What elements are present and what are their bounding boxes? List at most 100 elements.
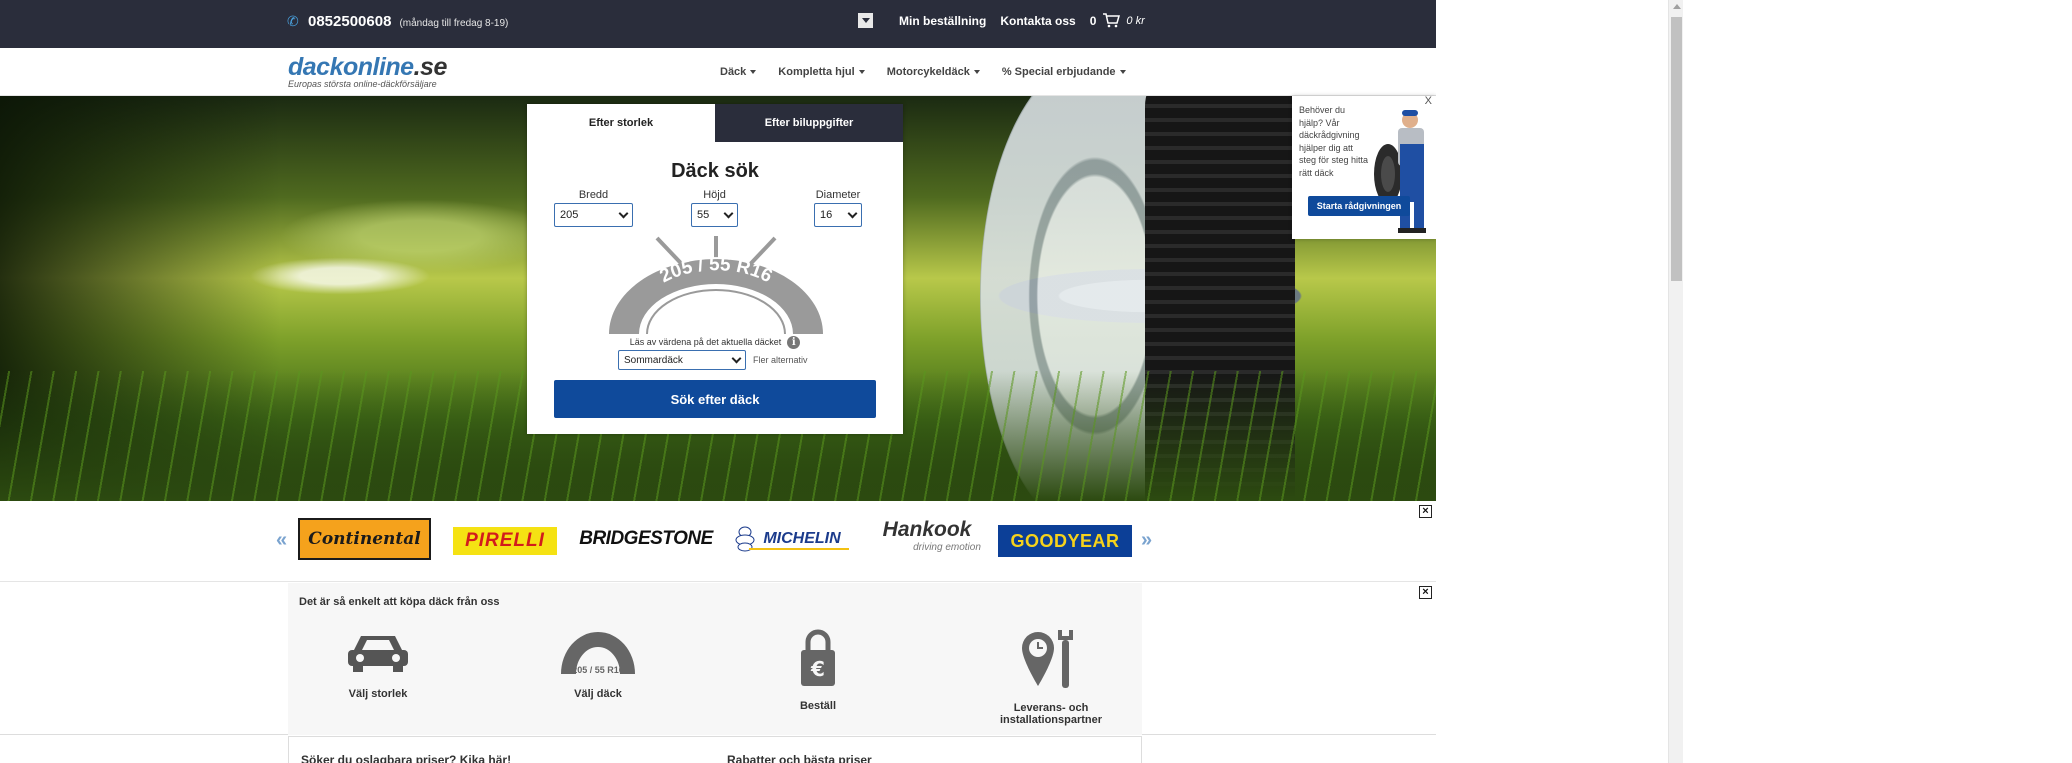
car-icon xyxy=(348,636,408,672)
site-header: dackonline.se Europas största online-däc… xyxy=(0,48,1436,96)
size-fields: Bredd 205 Höjd 55 Diameter 16 xyxy=(527,189,903,231)
read-hint-text: Läs av värdena på det aktuella däcket xyxy=(629,336,782,347)
width-label: Bredd xyxy=(578,189,609,201)
step-label: Beställ xyxy=(799,700,837,712)
diameter-field: Diameter 16 xyxy=(814,189,862,227)
brand-logo-hankook[interactable]: Hankook driving emotion xyxy=(861,518,993,560)
dropdown-icon[interactable] xyxy=(858,13,873,28)
tire-search-panel: Efter storlek Efter biluppgifter Däck sö… xyxy=(527,104,903,434)
page-scrollbar[interactable] xyxy=(1668,0,1683,763)
site-logo[interactable]: dackonline.se Europas största online-däc… xyxy=(288,53,447,89)
help-text: Behöver du hjälp? Vår däckrådgivning hjä… xyxy=(1299,105,1369,178)
step-label: Välj storlek xyxy=(348,688,408,700)
start-advice-button[interactable]: Starta rådgivningen xyxy=(1308,196,1410,216)
nav-label: Däck xyxy=(720,66,747,78)
cart-link[interactable]: 0 0 kr xyxy=(1090,13,1145,28)
browser-viewport: ✆ 0852500608 (måndag till fredag 8-19) M… xyxy=(0,0,2072,763)
cart-count: 0 xyxy=(1089,13,1097,28)
brand-logo-continental[interactable]: Continental xyxy=(298,518,431,560)
tire-size-icon: 205 / 55 R16 xyxy=(561,632,635,675)
read-values-hint: Läs av värdena på det aktuella däcket i xyxy=(527,336,903,349)
discounts-heading: Rabatter och bästa priser xyxy=(727,753,872,763)
chevron-down-icon xyxy=(731,353,742,363)
step-label: Välj däck xyxy=(574,688,622,700)
close-steps-button[interactable]: × xyxy=(1419,586,1432,599)
top-bar: ✆ 0852500608 (måndag till fredag 8-19) M… xyxy=(0,0,1436,48)
brand-logo-michelin[interactable]: MICHELIN xyxy=(719,518,853,560)
main-navigation: Däck Kompletta hjul Motorcykeldäck % Spe… xyxy=(720,66,1126,78)
phone-contact: ✆ 0852500608 (måndag till fredag 8-19) xyxy=(287,13,508,30)
carousel-next-icon[interactable]: » xyxy=(1141,529,1152,552)
padlock-euro-icon: € xyxy=(801,629,835,686)
steps-panel: Det är så enkelt att köpa däck från oss … xyxy=(288,583,1142,735)
info-section: Söker du oslagbara priser? Kika här! Rab… xyxy=(288,736,1142,763)
my-order-link[interactable]: Min beställning xyxy=(899,14,986,28)
tire-size-icon-text: 205 / 55 R16 xyxy=(572,665,624,675)
steps-title: Det är så enkelt att köpa däck från oss xyxy=(299,596,500,608)
nav-item-complete-wheels[interactable]: Kompletta hjul xyxy=(778,66,865,78)
brand-logo-goodyear[interactable]: GOODYEAR xyxy=(998,525,1132,557)
svg-text:€: € xyxy=(810,657,825,681)
season-select[interactable]: Sommardäck xyxy=(618,350,746,370)
scrollbar-thumb[interactable] xyxy=(1671,17,1682,281)
diameter-label: Diameter xyxy=(815,189,861,201)
unbeatable-prices-heading: Söker du oslagbara priser? Kika här! xyxy=(301,753,512,763)
hankook-slogan: driving emotion xyxy=(913,542,981,553)
height-value: 55 xyxy=(697,209,710,221)
tab-by-size[interactable]: Efter storlek xyxy=(527,104,715,142)
season-value: Sommardäck xyxy=(624,354,683,366)
search-tires-button[interactable]: Sök efter däck xyxy=(554,380,876,418)
cart-total: 0 kr xyxy=(1126,14,1145,27)
search-title: Däck sök xyxy=(671,160,759,182)
logo-tld: .se xyxy=(413,53,448,81)
top-navigation: Min beställning Kontakta oss 0 0 kr xyxy=(858,13,1145,28)
more-options-link[interactable]: Fler alternativ xyxy=(753,355,808,365)
caret-down-icon xyxy=(858,70,865,75)
width-value: 205 xyxy=(560,209,579,221)
close-brands-button[interactable]: × xyxy=(1419,505,1432,518)
brand-carousel: « Continental PIRELLI BRIDGESTONE MICHEL… xyxy=(0,501,1436,582)
nav-item-tires[interactable]: Däck xyxy=(720,66,757,78)
diameter-select[interactable]: 16 xyxy=(814,203,862,227)
step-delivery-installation: Leverans- och installationspartner xyxy=(968,628,1134,726)
nav-label: Kompletta hjul xyxy=(778,66,855,78)
caret-down-icon xyxy=(973,70,980,75)
brand-logo-pirelli[interactable]: PIRELLI xyxy=(453,527,557,555)
michelin-text: MICHELIN xyxy=(763,530,841,547)
michelin-underline xyxy=(749,548,849,550)
chevron-down-icon xyxy=(618,208,629,218)
chevron-down-icon xyxy=(723,208,734,218)
opening-hours: (måndag till fredag 8-19) xyxy=(399,18,509,29)
help-widget: X Behöver du hjälp? Vår däckrådgivning h… xyxy=(1292,96,1436,239)
step-label: Leverans- och installationspartner xyxy=(999,702,1103,726)
logo-name: dackonline xyxy=(288,53,414,81)
hankook-text: Hankook xyxy=(882,518,972,541)
location-wrench-icon xyxy=(1022,630,1073,688)
step-order: € Beställ xyxy=(768,628,868,712)
tab-by-vehicle[interactable]: Efter biluppgifter xyxy=(715,104,903,142)
how-it-works-section: Det är så enkelt att köpa däck från oss … xyxy=(0,583,1436,735)
phone-icon: ✆ xyxy=(287,13,299,29)
contact-link[interactable]: Kontakta oss xyxy=(1000,14,1075,28)
carousel-prev-icon[interactable]: « xyxy=(276,529,287,552)
tire-size-illustration: 205 / 55 R16 xyxy=(607,236,825,336)
search-tabs: Efter storlek Efter biluppgifter xyxy=(527,104,903,142)
nav-item-motorcycle-tires[interactable]: Motorcykeldäck xyxy=(887,66,980,78)
scroll-up-icon[interactable] xyxy=(1673,4,1681,9)
step-choose-tire: 205 / 55 R16 Välj däck xyxy=(538,628,658,700)
phone-number[interactable]: 0852500608 xyxy=(308,13,391,30)
chevron-down-icon xyxy=(847,208,858,218)
season-row: Sommardäck Fler alternativ xyxy=(618,350,808,370)
brand-logo-bridgestone[interactable]: BRIDGESTONE xyxy=(579,518,713,560)
nav-item-special-offers[interactable]: % Special erbjudande xyxy=(1002,66,1126,78)
width-select[interactable]: 205 xyxy=(554,203,633,227)
caret-down-icon xyxy=(1119,70,1126,75)
nav-label: % Special erbjudande xyxy=(1001,66,1116,78)
cart-icon xyxy=(1103,13,1121,28)
height-label: Höjd xyxy=(703,189,726,201)
info-icon[interactable]: i xyxy=(787,336,801,349)
diameter-value: 16 xyxy=(820,209,833,221)
height-field: Höjd 55 xyxy=(691,189,738,227)
logo-tagline: Europas största online-däckförsäljare xyxy=(288,79,437,89)
height-select[interactable]: 55 xyxy=(691,203,738,227)
